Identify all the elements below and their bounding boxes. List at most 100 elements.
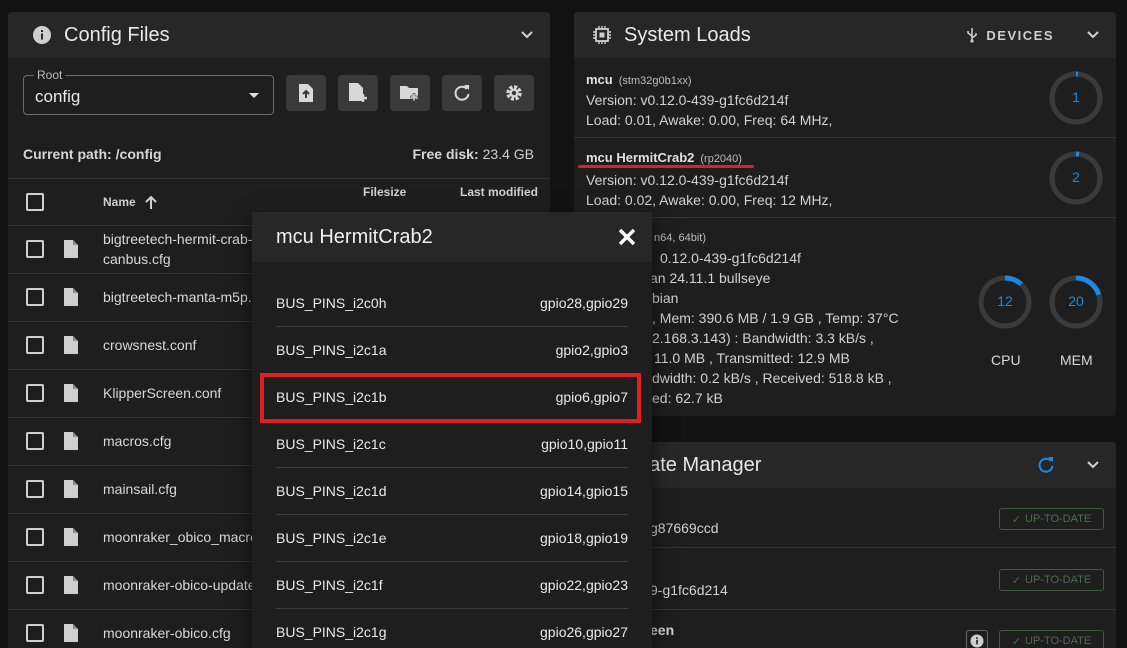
file-name: crowsnest.conf [103,337,197,353]
info-icon[interactable] [966,630,988,648]
mcu-name: mcu (stm32g0b1xx) [586,72,692,87]
host-line-7: dwidth: 0.2 kB/s , Received: 518.8 kB , [652,370,892,386]
chip-icon [592,25,612,45]
dialog-title: mcu HermitCrab2 [276,225,433,248]
folder-plus-icon [400,86,418,101]
host-chip: n64, 64bit) [654,232,706,244]
file-icon [63,623,79,646]
upload-file-button[interactable] [286,75,326,111]
host-line-1: 0.12.0-439-g1fc6d214f [660,250,801,266]
mcu-hermitcrab-gauge-value: 2 [1072,169,1080,185]
chevron-down-icon[interactable] [518,26,536,44]
host-block: n64, 64bit) 0.12.0-439-g1fc6d214f an 24.… [574,218,1116,416]
file-icon [63,239,79,262]
pin-row: BUS_PINS_i2c1a gpio2,gpio3 [276,327,628,374]
file-icon [63,383,79,406]
update-manager-panel: date Manager g87669ccd ✓ UP-TO-DATE 9-g1… [574,442,1116,648]
mcu-hermitcrab-load: Load: 0.02, Awake: 0.00, Freq: 12 MHz, [586,192,833,208]
file-checkbox[interactable] [26,240,44,258]
up-to-date-badge: ✓ UP-TO-DATE [999,569,1104,591]
current-path: /config [115,146,162,162]
mcu-load: Load: 0.01, Awake: 0.00, Freq: 64 MHz, [586,112,833,128]
file-name: moonraker-obico.cfg [103,625,231,641]
mem-gauge: 20 [1048,274,1104,330]
file-icon [63,527,79,550]
file-checkbox[interactable] [26,336,44,354]
file-checkbox[interactable] [26,576,44,594]
arrow-up-icon[interactable] [144,194,158,210]
file-name: macros.cfg [103,433,172,449]
select-all-checkbox[interactable] [26,193,44,211]
column-last-modified[interactable]: Last modified [460,185,538,199]
file-name-continued: canbus.cfg [103,251,171,267]
system-loads-header: System Loads DEVICES [574,12,1116,58]
update-item-version: 9-g1fc6d214 [650,582,728,598]
file-icon [63,575,79,598]
root-select[interactable]: Root config [23,68,274,115]
mcu-hermitcrab-block: mcu HermitCrab2 (rp2040) Version: v0.12.0… [574,138,1116,218]
column-filesize[interactable]: Filesize [363,185,406,199]
update-item-name: een [650,622,675,638]
mcu-hermitcrab-name: mcu HermitCrab2 (rp2040) [586,150,742,165]
file-plus-icon [349,83,367,102]
settings-button[interactable] [494,75,534,111]
pin-name: BUS_PINS_i2c1g [276,624,387,640]
pin-value: gpio28,gpio29 [540,295,628,311]
new-folder-button[interactable] [390,75,430,111]
file-icon [63,479,79,502]
update-item-version: g87669ccd [650,520,719,536]
mcu-hermitcrab-version: Version: v0.12.0-439-g1fc6d214f [586,172,789,188]
free-disk-value: 23.4 GB [482,146,534,162]
chevron-down-icon[interactable] [1084,26,1102,44]
pin-name: BUS_PINS_i2c1d [276,483,387,499]
highlight-underline [578,165,754,168]
file-checkbox[interactable] [26,528,44,546]
usb-icon[interactable] [966,27,978,43]
root-value: config [35,87,81,106]
refresh-button[interactable] [442,75,482,111]
mcu-gauge-value: 1 [1072,89,1080,105]
path-row: Current path: /config Free disk: 23.4 GB [23,146,534,162]
pin-name: BUS_PINS_i2c0h [276,295,387,311]
close-icon[interactable] [618,228,636,246]
file-name: KlipperScreen.conf [103,385,222,401]
cpu-gauge: 12 [977,274,1033,330]
file-checkbox[interactable] [26,288,44,306]
file-icon [63,335,79,358]
host-line-6: 11.0 MB , Transmitted: 12.9 MB [654,350,850,366]
free-disk-label: Free disk: [412,146,479,162]
file-checkbox[interactable] [26,624,44,642]
column-name[interactable]: Name [103,195,136,209]
pin-row: BUS_PINS_i2c1f gpio22,gpio23 [276,562,628,609]
new-file-button[interactable] [338,75,378,111]
pin-value: gpio2,gpio3 [555,342,628,358]
pin-value: gpio18,gpio19 [540,530,628,546]
cpu-label: CPU [991,352,1021,368]
mem-gauge-value: 20 [1068,293,1084,309]
file-checkbox[interactable] [26,432,44,450]
update-item: 9-g1fc6d214 ✓ UP-TO-DATE [574,548,1116,610]
mcu-pins-dialog: mcu HermitCrab2 BUS_PINS_i2c0h gpio28,gpi… [252,212,652,648]
refresh-icon[interactable] [1036,455,1056,475]
pin-row: BUS_PINS_i2c1d gpio14,gpio15 [276,468,628,515]
file-name: bigtreetech-manta-m5p. [103,289,252,305]
pin-name: BUS_PINS_i2c1a [276,342,387,358]
host-line-5: 2.168.3.143) : Bandwidth: 3.3 kB/s , [652,330,874,346]
pin-name: BUS_PINS_i2c1e [276,530,387,546]
pin-row: BUS_PINS_i2c1c gpio10,gpio11 [276,421,628,468]
update-item: g87669ccd ✓ UP-TO-DATE [574,488,1116,548]
gear-icon [506,85,522,101]
update-item: een ✓ UP-TO-DATE [574,610,1116,648]
file-name: moonraker-obico-update [103,577,256,593]
devices-button[interactable]: DEVICES [986,28,1054,43]
file-icon [63,287,79,310]
mcu-load-gauge: 1 [1048,70,1104,126]
chevron-down-icon[interactable] [1084,456,1102,474]
file-checkbox[interactable] [26,480,44,498]
current-path-label: Current path: [23,146,112,162]
dialog-header: mcu HermitCrab2 [252,212,652,262]
up-to-date-badge: ✓ UP-TO-DATE [999,508,1104,530]
file-checkbox[interactable] [26,384,44,402]
up-to-date-badge: ✓ UP-TO-DATE [999,630,1104,648]
pin-name: BUS_PINS_i2c1c [276,436,386,452]
